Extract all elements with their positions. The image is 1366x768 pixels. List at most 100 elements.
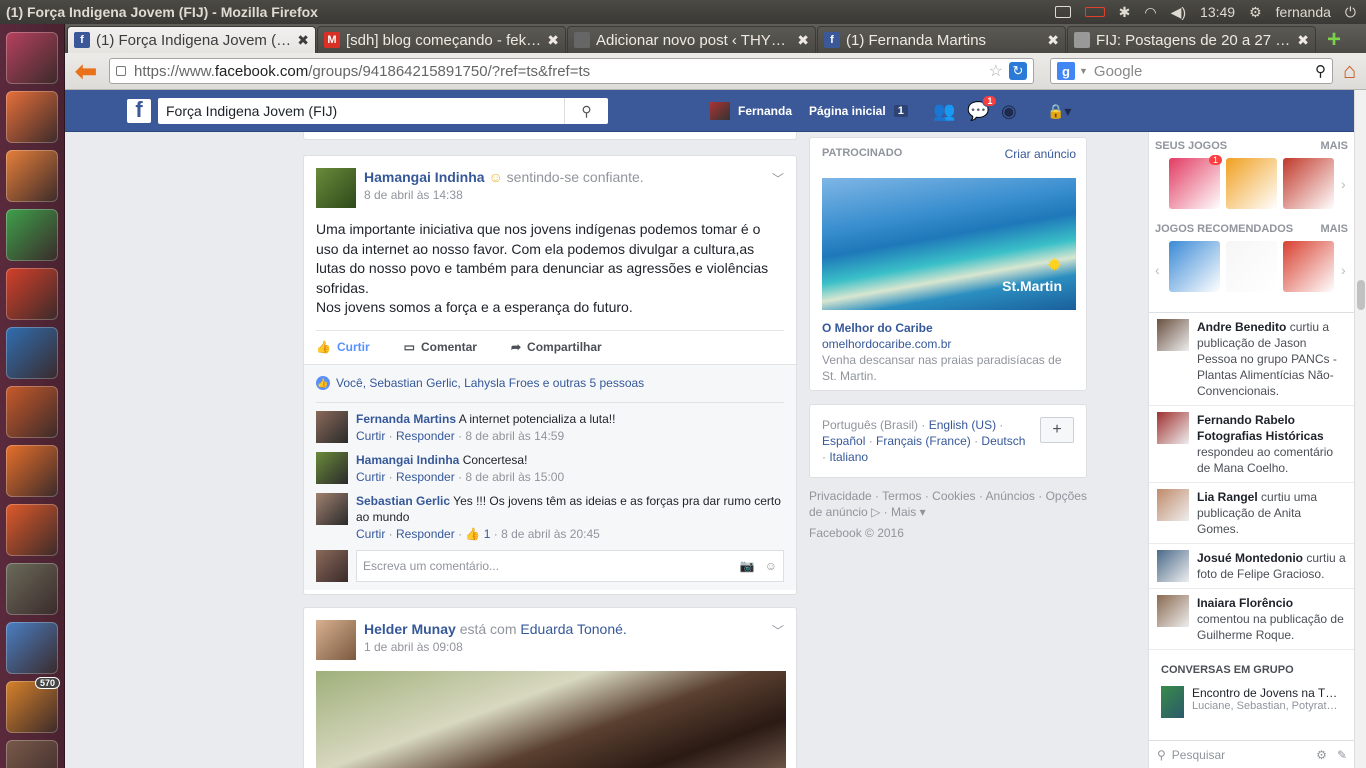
profile-name[interactable]: Fernanda: [738, 104, 792, 118]
like-button[interactable]: 👍 Curtir: [316, 340, 370, 354]
facebook-logo-icon[interactable]: f: [127, 99, 151, 123]
trash-icon[interactable]: [6, 740, 58, 768]
compose-icon[interactable]: ✎: [1337, 748, 1347, 762]
volume-icon[interactable]: ◀): [1171, 4, 1186, 21]
update-icon[interactable]: 570: [6, 677, 60, 733]
footer-link[interactable]: Anúncios: [986, 489, 1035, 503]
chat-search-placeholder[interactable]: Pesquisar: [1172, 748, 1316, 762]
avatar[interactable]: [1157, 489, 1189, 521]
impress-icon[interactable]: [6, 386, 58, 438]
browser-tab[interactable]: f (1) Força Indigena Jovem (FIJ) ✖: [67, 26, 316, 53]
more-link[interactable]: MAIS: [1321, 140, 1349, 152]
bookmark-star-icon[interactable]: ☆: [989, 61, 1003, 81]
ad-domain[interactable]: omelhordocaribe.com.br: [822, 336, 1076, 352]
comment-timestamp[interactable]: 8 de abril às 20:45: [501, 527, 600, 541]
files-icon[interactable]: [6, 91, 58, 143]
language-link[interactable]: Italiano: [829, 450, 868, 464]
home-link[interactable]: Página inicial 1: [809, 104, 908, 118]
comment-reply-link[interactable]: Responder: [396, 527, 455, 541]
messages-icon[interactable]: 💬 1: [967, 95, 998, 122]
ticker-name[interactable]: Inaiara Florêncio: [1197, 596, 1293, 610]
more-link[interactable]: MAIS: [1321, 223, 1349, 235]
language-link[interactable]: Deutsch: [981, 434, 1025, 448]
tagged-person[interactable]: Eduarda Tononé.: [520, 621, 626, 637]
comment-reply-link[interactable]: Responder: [396, 470, 455, 484]
game-tile-angry-birds-friends[interactable]: [1283, 241, 1334, 292]
ticker-item[interactable]: Fernando Rabelo Fotografias Históricas r…: [1149, 406, 1354, 483]
comment-placeholder[interactable]: Escreva um comentário...: [363, 559, 740, 573]
profile-link[interactable]: Fernanda: [710, 102, 792, 120]
session-user[interactable]: fernanda: [1276, 4, 1331, 20]
avatar[interactable]: [710, 102, 730, 120]
post-timestamp[interactable]: 8 de abril às 14:38: [364, 188, 644, 202]
comment-like-link[interactable]: Curtir: [356, 429, 385, 443]
create-ad-link[interactable]: Criar anúncio: [1005, 147, 1076, 161]
ticker-item[interactable]: Inaiara Florêncio comentou na publicação…: [1149, 589, 1354, 650]
gear-icon[interactable]: ⚙: [1316, 748, 1327, 762]
notifications-globe-icon[interactable]: ◉: [1001, 101, 1017, 122]
comment-author[interactable]: Fernanda Martins: [356, 412, 456, 426]
search-icon[interactable]: ⚲: [564, 98, 608, 124]
game-tile-candy-crush[interactable]: 1: [1169, 155, 1222, 209]
firefox-icon[interactable]: [6, 150, 58, 202]
scrollbar-thumb[interactable]: [1357, 280, 1365, 310]
avatar[interactable]: [316, 492, 348, 525]
ticker-item[interactable]: Josué Montedonio curtiu a foto de Felipe…: [1149, 544, 1354, 589]
likes-summary[interactable]: 👍 Você, Sebastian Gerlic, Lahysla Froes …: [316, 365, 784, 403]
game-tile-millionaire-city[interactable]: [1283, 158, 1334, 209]
close-icon[interactable]: ✖: [1047, 32, 1059, 49]
browser-tab[interactable]: M [sdh] blog começando - fek… ✖: [317, 26, 566, 53]
bluetooth-icon[interactable]: ✱: [1119, 4, 1131, 21]
game-tile-frog-game[interactable]: [1226, 158, 1277, 209]
comment-like-count[interactable]: 👍 1: [465, 527, 490, 541]
chevron-right-icon[interactable]: ›: [1341, 262, 1346, 278]
avatar[interactable]: [1157, 550, 1189, 582]
home-label[interactable]: Página inicial: [809, 104, 886, 118]
url-text[interactable]: https://www.facebook.com/groups/94186421…: [134, 63, 983, 80]
tab-label[interactable]: FIJ: Postagens de 20 a 27 de…: [1096, 32, 1291, 49]
tab-label[interactable]: Adicionar novo post ‹ THYD…: [596, 32, 791, 49]
share-button[interactable]: ➦ Compartilhar: [511, 340, 602, 354]
author-avatar[interactable]: [316, 168, 356, 208]
search-icon[interactable]: ⚲: [1315, 62, 1326, 80]
comment-timestamp[interactable]: 8 de abril às 15:00: [465, 470, 564, 484]
language-link[interactable]: Español: [822, 434, 865, 448]
reload-icon[interactable]: ↻: [1009, 62, 1027, 80]
browser-tab[interactable]: FIJ: Postagens de 20 a 27 de… ✖: [1067, 26, 1316, 53]
settings-icon[interactable]: [6, 268, 58, 320]
game-tile-clock-game[interactable]: [1226, 241, 1277, 292]
ticker-name[interactable]: Josué Montedonio: [1197, 551, 1303, 565]
chevron-right-icon[interactable]: ›: [1341, 176, 1346, 192]
adchoices-icon[interactable]: ▷: [871, 505, 880, 519]
google-icon[interactable]: g: [1057, 62, 1075, 80]
facebook-search-input[interactable]: Força Indigena Jovem (FIJ) ⚲: [158, 98, 608, 124]
wifi-icon[interactable]: ◠: [1144, 4, 1156, 21]
tab-label[interactable]: (1) Fernanda Martins: [846, 32, 1041, 49]
tab-label[interactable]: (1) Força Indigena Jovem (FIJ): [96, 32, 291, 49]
writer-icon[interactable]: [6, 327, 58, 379]
lock-icon[interactable]: [116, 66, 126, 76]
search-value[interactable]: Força Indigena Jovem (FIJ): [166, 103, 564, 119]
comment-reply-link[interactable]: Responder: [396, 429, 455, 443]
chevron-down-icon[interactable]: ﹀: [772, 170, 784, 187]
privacy-lock-icon[interactable]: 🔒▾: [1047, 103, 1071, 120]
power-icon[interactable]: ⏻: [1345, 4, 1356, 21]
chevron-down-icon[interactable]: ﹀: [772, 622, 784, 639]
page-scrollbar[interactable]: [1354, 90, 1366, 768]
camera-icon[interactable]: 📷: [740, 559, 755, 573]
back-button[interactable]: ⬅: [71, 56, 101, 86]
chat-search-input[interactable]: ⚲ Pesquisar ⚙ ✎: [1149, 740, 1354, 768]
comment-like-link[interactable]: Curtir: [356, 470, 385, 484]
ticker-item[interactable]: Lia Rangel curtiu uma publicação de Anit…: [1149, 483, 1354, 544]
comment-author[interactable]: Sebastian Gerlic: [356, 494, 450, 508]
footer-link[interactable]: Privacidade: [809, 489, 872, 503]
gimp-icon[interactable]: [6, 563, 58, 615]
game-tile-frozen[interactable]: [1169, 241, 1220, 292]
add-language-button[interactable]: +: [1040, 417, 1074, 443]
avatar[interactable]: [1157, 412, 1189, 444]
tab-label[interactable]: [sdh] blog começando - fek…: [346, 32, 541, 49]
browser-tab[interactable]: Adicionar novo post ‹ THYD… ✖: [567, 26, 816, 53]
avatar[interactable]: [1157, 595, 1189, 627]
mail-icon[interactable]: [1054, 6, 1071, 18]
ticker-name[interactable]: Andre Benedito: [1197, 320, 1286, 334]
